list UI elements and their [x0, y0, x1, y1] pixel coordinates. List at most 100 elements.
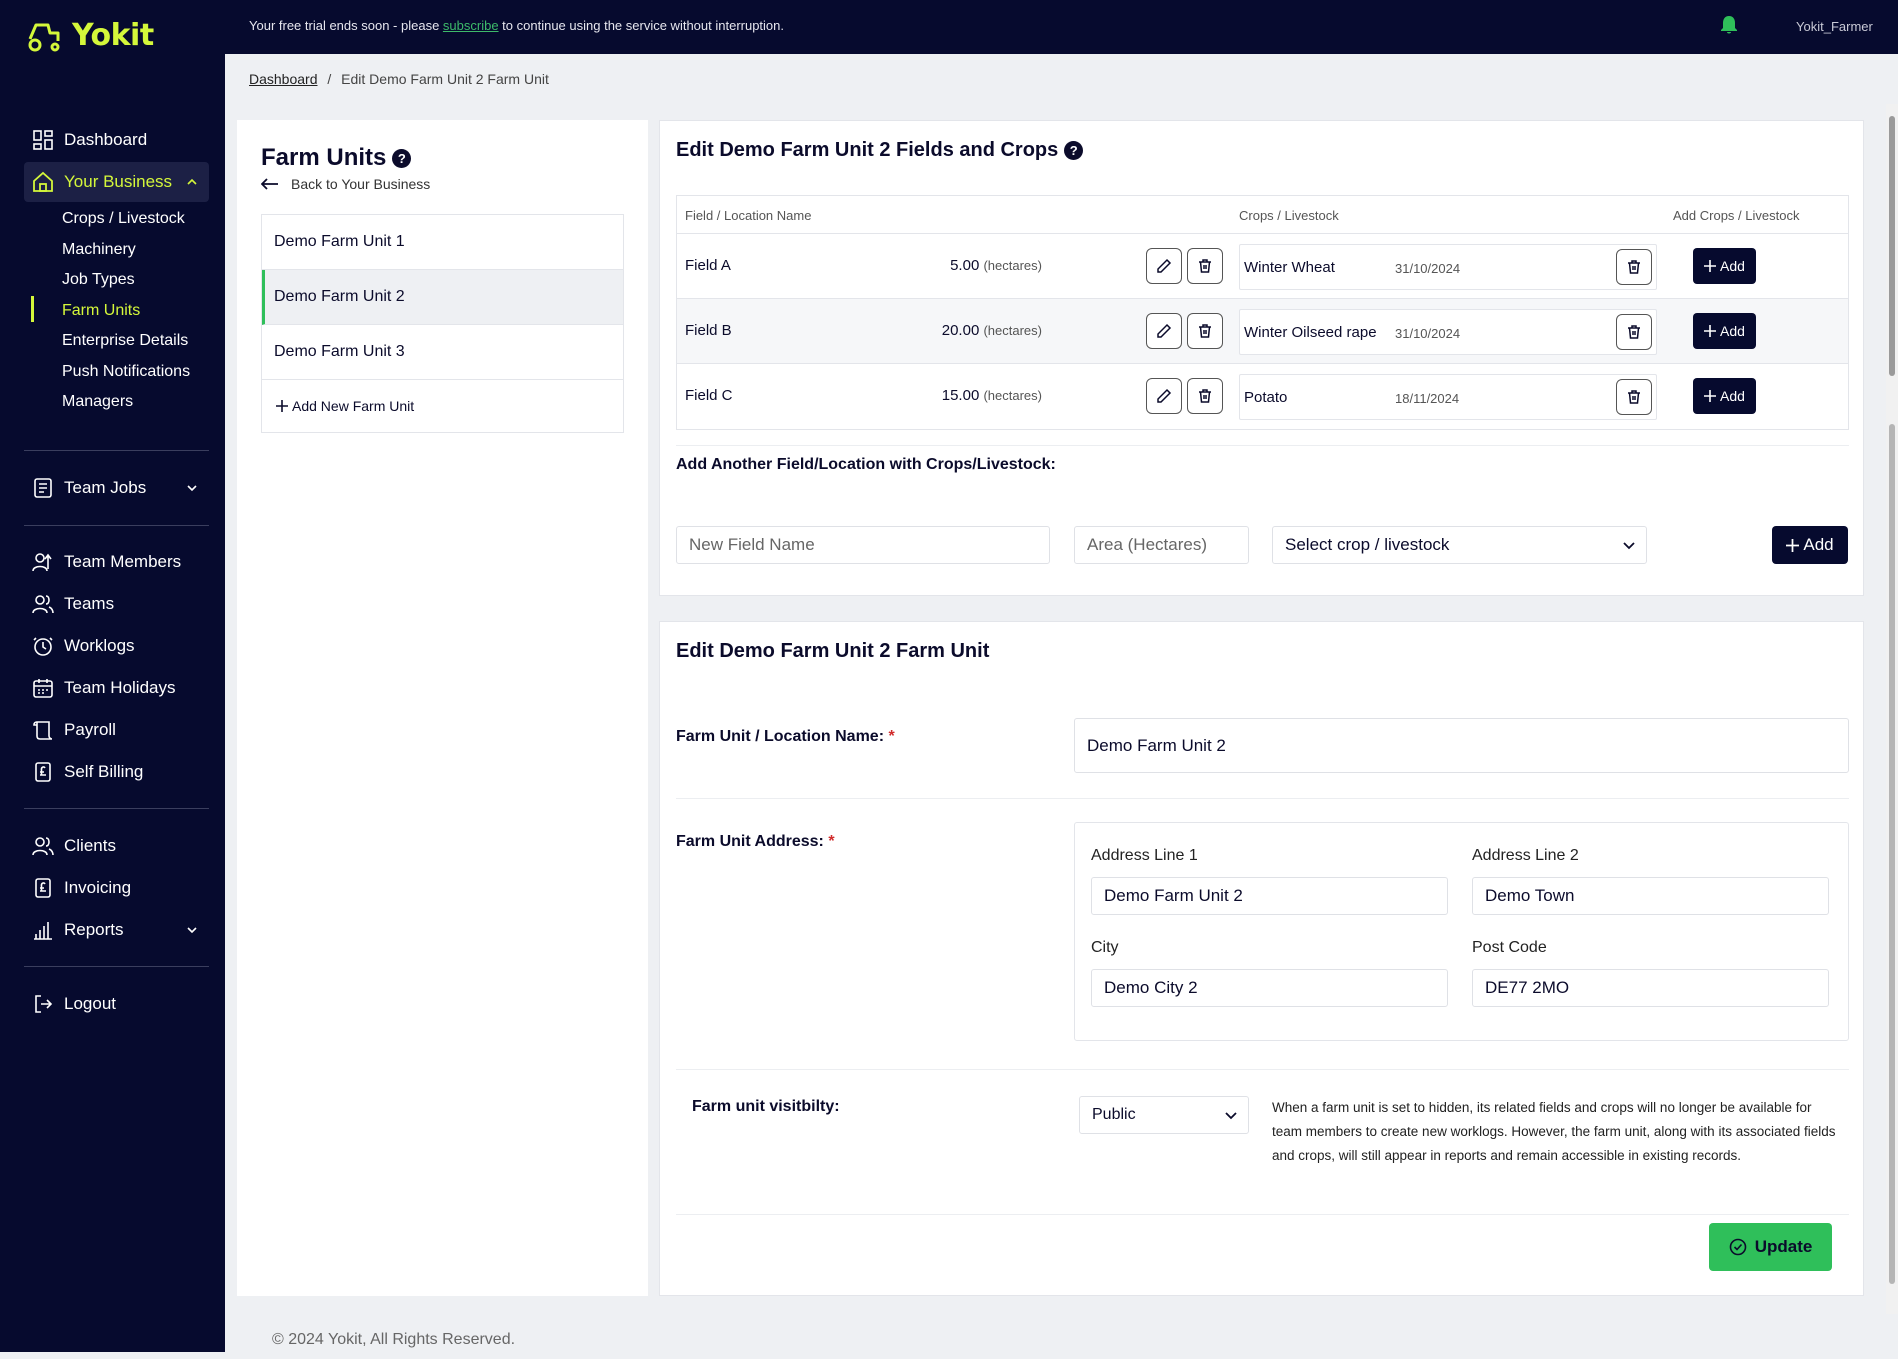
- sub-item-managers[interactable]: Managers: [62, 393, 133, 411]
- nav-team-jobs[interactable]: Team Jobs: [24, 468, 209, 508]
- page-scrollbar[interactable]: [1886, 104, 1898, 1314]
- farm-units-title: Farm Units ?: [261, 144, 412, 172]
- nav-invoicing-label: Invoicing: [64, 878, 132, 897]
- trial-text-suffix: to continue using the service without in…: [498, 18, 785, 33]
- add-crop-button[interactable]: Add: [1693, 378, 1756, 414]
- nav-team-jobs-label: Team Jobs: [64, 478, 147, 497]
- add-field-button[interactable]: Add: [1772, 526, 1848, 564]
- help-icon[interactable]: ?: [392, 148, 412, 168]
- team-members-icon: [32, 553, 52, 572]
- chevron-down-icon: [1623, 542, 1635, 550]
- delete-field-button[interactable]: [1187, 378, 1223, 414]
- address-line1-label: Address Line 1: [1091, 847, 1198, 864]
- section-divider: [676, 1214, 1849, 1215]
- nav-clients[interactable]: Clients: [24, 826, 209, 866]
- nav-payroll[interactable]: Payroll: [24, 710, 209, 750]
- back-to-business-label: Back to Your Business: [291, 176, 431, 192]
- nav-dashboard[interactable]: Dashboard: [24, 120, 209, 160]
- delete-field-button[interactable]: [1187, 248, 1223, 284]
- delete-field-button[interactable]: [1187, 313, 1223, 349]
- trial-text-prefix: Your free trial ends soon - please: [249, 18, 443, 33]
- subscribe-link[interactable]: subscribe: [443, 18, 499, 33]
- farm-units-panel: Farm Units ? Back to Your Business Demo …: [237, 120, 648, 1296]
- add-field-label: Add: [1803, 535, 1834, 554]
- visibility-select[interactable]: Public: [1079, 1096, 1249, 1134]
- sidebar-divider: [24, 966, 209, 967]
- edit-field-button[interactable]: [1146, 248, 1182, 284]
- sub-item-crops-livestock[interactable]: Crops / Livestock: [62, 210, 185, 228]
- crop-livestock-select[interactable]: Select crop / livestock: [1272, 526, 1647, 564]
- city-input[interactable]: [1091, 969, 1448, 1007]
- teams-icon: [32, 595, 54, 614]
- field-name: Field C: [685, 387, 733, 404]
- back-to-business-link[interactable]: Back to Your Business: [261, 176, 430, 192]
- delete-crop-button[interactable]: [1616, 249, 1652, 285]
- add-crop-button[interactable]: Add: [1693, 248, 1756, 284]
- sub-item-job-types[interactable]: Job Types: [62, 271, 135, 289]
- nav-teams-label: Teams: [64, 594, 115, 613]
- plus-icon: [276, 400, 288, 412]
- add-crop-button[interactable]: Add: [1693, 313, 1756, 349]
- update-button[interactable]: Update: [1709, 1223, 1832, 1271]
- edit-field-button[interactable]: [1146, 378, 1182, 414]
- clients-icon: [32, 837, 54, 856]
- area-input[interactable]: [1074, 526, 1249, 564]
- address-line1-input[interactable]: [1091, 877, 1448, 915]
- edit-field-button[interactable]: [1146, 313, 1182, 349]
- farm-unit-address-label: Farm Unit Address: *: [676, 833, 835, 851]
- farm-unit-item[interactable]: Demo Farm Unit 3: [262, 325, 623, 380]
- col-crops-header: Crops / Livestock: [1239, 208, 1339, 223]
- nav-self-billing[interactable]: Self Billing: [24, 752, 209, 792]
- field-area: 15.00 (hectares): [942, 387, 1042, 404]
- bell-icon[interactable]: [1720, 15, 1738, 35]
- farm-unit-item-selected[interactable]: Demo Farm Unit 2: [262, 270, 623, 325]
- new-field-name-input[interactable]: [676, 526, 1050, 564]
- nav-logout[interactable]: Logout: [24, 984, 209, 1024]
- delete-crop-button[interactable]: [1616, 314, 1652, 350]
- section-divider: [676, 1069, 1849, 1070]
- user-menu[interactable]: Yokit_Farmer: [1796, 19, 1873, 34]
- nav-worklogs[interactable]: Worklogs: [24, 626, 209, 666]
- trash-icon: [1628, 390, 1640, 404]
- crop-date: 18/11/2024: [1395, 391, 1460, 406]
- help-icon[interactable]: ?: [1064, 141, 1084, 160]
- col-field-header: Field / Location Name: [685, 208, 812, 223]
- nav-team-holidays[interactable]: Team Holidays: [24, 668, 209, 708]
- crop-entry: Winter Wheat 31/10/2024: [1239, 244, 1657, 290]
- city-label: City: [1091, 939, 1119, 956]
- fields-crops-title: Edit Demo Farm Unit 2 Fields and Crops ?: [676, 139, 1084, 162]
- pencil-icon: [1157, 258, 1172, 273]
- sidebar-divider: [24, 525, 209, 526]
- address-line2-input[interactable]: [1472, 877, 1829, 915]
- footer-copyright: © 2024 Yokit, All Rights Reserved.: [272, 1331, 516, 1348]
- farm-unit-name-label-text: Farm Unit / Location Name:: [676, 728, 885, 745]
- chevron-down-icon: [187, 485, 197, 492]
- farm-unit-name-input[interactable]: [1074, 718, 1849, 773]
- nav-reports[interactable]: Reports: [24, 910, 209, 950]
- plus-icon: [1704, 260, 1717, 272]
- add-new-farm-unit-button[interactable]: Add New Farm Unit: [262, 380, 623, 432]
- sub-item-enterprise-details[interactable]: Enterprise Details: [62, 332, 188, 350]
- calendar-icon: [33, 679, 53, 698]
- scroll-icon: [33, 721, 53, 740]
- nav-team-members[interactable]: Team Members: [24, 542, 209, 582]
- farm-unit-item[interactable]: Demo Farm Unit 1: [262, 215, 623, 270]
- add-crop-label: Add: [1720, 388, 1745, 404]
- scrollbar-thumb[interactable]: [1889, 116, 1895, 376]
- sub-item-farm-units[interactable]: Farm Units: [62, 302, 140, 320]
- nav-teams[interactable]: Teams: [24, 584, 209, 624]
- sidebar: Yokit Dashboard Your Business Crops / Li…: [0, 0, 225, 1352]
- farm-unit-list: Demo Farm Unit 1 Demo Farm Unit 2 Demo F…: [261, 214, 624, 433]
- home-icon: [33, 171, 53, 192]
- logo[interactable]: Yokit: [26, 18, 154, 53]
- breadcrumb-dashboard-link[interactable]: Dashboard: [249, 71, 318, 87]
- dashboard-icon: [33, 130, 53, 150]
- nav-your-business[interactable]: Your Business: [24, 162, 209, 202]
- sub-item-push-notifications[interactable]: Push Notifications: [62, 363, 190, 381]
- sub-item-machinery[interactable]: Machinery: [62, 241, 136, 259]
- postcode-input[interactable]: [1472, 969, 1829, 1007]
- crop-entry: Winter Oilseed rape 31/10/2024: [1239, 309, 1657, 355]
- delete-crop-button[interactable]: [1616, 379, 1652, 415]
- address-line2-label: Address Line 2: [1472, 847, 1579, 864]
- nav-invoicing[interactable]: Invoicing: [24, 868, 209, 908]
